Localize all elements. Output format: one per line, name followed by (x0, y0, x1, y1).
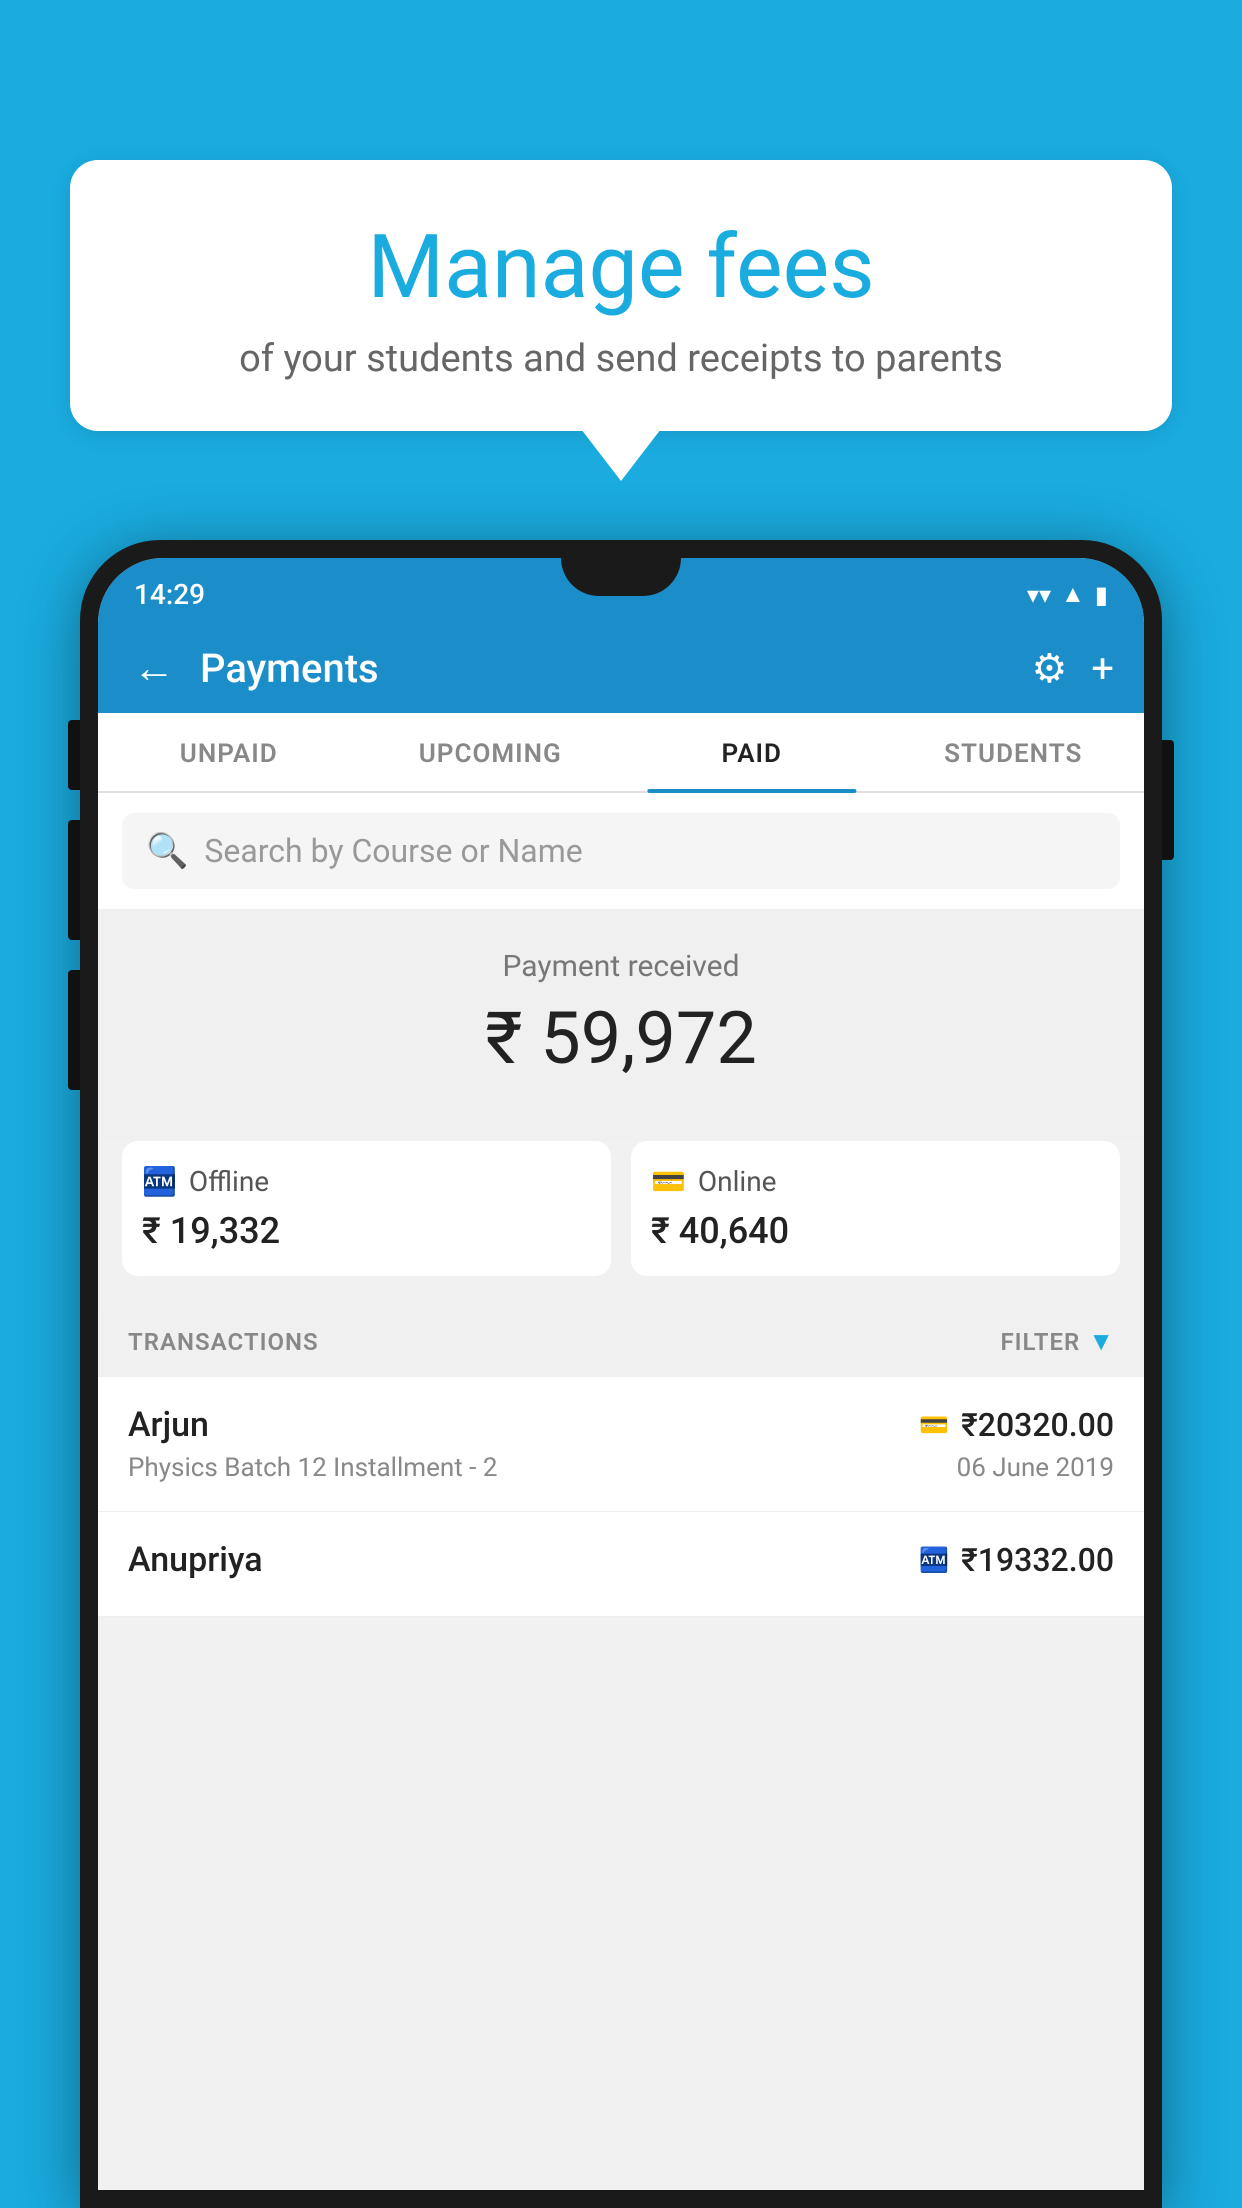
bubble-subtitle: of your students and send receipts to pa… (110, 337, 1132, 381)
filter-row[interactable]: FILTER ▼ (1000, 1326, 1114, 1357)
transaction-amount-row-arjun: 💳 ₹20320.00 (919, 1406, 1114, 1444)
tab-upcoming[interactable]: UPCOMING (360, 713, 622, 791)
offline-icon: 🏧 (142, 1165, 177, 1198)
tab-paid[interactable]: PAID (621, 713, 883, 791)
offline-amount: ₹ 19,332 (142, 1210, 591, 1252)
transaction-course-arjun: Physics Batch 12 Installment - 2 (128, 1453, 497, 1483)
bubble-title: Manage fees (110, 220, 1132, 317)
payment-section: Payment received ₹ 59,972 (98, 909, 1144, 1141)
transaction-amount-row-anupriya: 🏧 ₹19332.00 (919, 1541, 1114, 1579)
transaction-amount-arjun: ₹20320.00 (961, 1406, 1114, 1444)
page-title: Payments (200, 645, 1011, 692)
transaction-top-anupriya: Anupriya 🏧 ₹19332.00 (128, 1540, 1114, 1580)
transaction-top-arjun: Arjun 💳 ₹20320.00 (128, 1405, 1114, 1445)
status-icons: ▾▾ ▲ ▮ (1027, 580, 1108, 609)
transaction-name-anupriya: Anupriya (128, 1540, 263, 1580)
online-amount: ₹ 40,640 (651, 1210, 1100, 1252)
volume-up-button (68, 820, 80, 940)
online-label: Online (698, 1165, 777, 1198)
transaction-bottom-arjun: Physics Batch 12 Installment - 2 06 June… (128, 1453, 1114, 1483)
header-actions: ⚙ + (1031, 645, 1114, 692)
signal-icon: ▲ (1061, 580, 1085, 609)
power-button (1162, 740, 1174, 860)
payment-total-amount: ₹ 59,972 (128, 996, 1114, 1081)
add-icon[interactable]: + (1091, 645, 1114, 692)
payment-received-label: Payment received (128, 949, 1114, 984)
transactions-label: TRANSACTIONS (128, 1328, 319, 1356)
offline-card-header: 🏧 Offline (142, 1165, 591, 1198)
speech-bubble: Manage fees of your students and send re… (70, 160, 1172, 431)
transactions-header: TRANSACTIONS FILTER ▼ (98, 1306, 1144, 1377)
online-icon: 💳 (651, 1165, 686, 1198)
volume-down-button (68, 970, 80, 1090)
transaction-pay-icon-anupriya: 🏧 (919, 1546, 949, 1574)
filter-label: FILTER (1000, 1328, 1080, 1356)
phone-frame: 14:29 ▾▾ ▲ ▮ ← Payments ⚙ + UNPAID UPCOM… (80, 540, 1162, 2208)
payment-cards: 🏧 Offline ₹ 19,332 💳 Online ₹ 40,640 (98, 1141, 1144, 1306)
tab-students[interactable]: STUDENTS (883, 713, 1145, 791)
mute-button (68, 720, 80, 790)
phone-notch (561, 558, 681, 596)
tabs-bar: UNPAID UPCOMING PAID STUDENTS (98, 713, 1144, 793)
online-card-header: 💳 Online (651, 1165, 1100, 1198)
transaction-date-arjun: 06 June 2019 (957, 1453, 1114, 1483)
search-container: 🔍 Search by Course or Name (98, 793, 1144, 909)
transaction-pay-icon-arjun: 💳 (919, 1411, 949, 1439)
search-box[interactable]: 🔍 Search by Course or Name (122, 813, 1120, 889)
search-placeholder: Search by Course or Name (204, 832, 582, 870)
offline-label: Offline (189, 1165, 269, 1198)
transaction-row[interactable]: Arjun 💳 ₹20320.00 Physics Batch 12 Insta… (98, 1377, 1144, 1512)
online-payment-card: 💳 Online ₹ 40,640 (631, 1141, 1120, 1276)
transaction-name-arjun: Arjun (128, 1405, 209, 1445)
app-header: ← Payments ⚙ + (98, 623, 1144, 713)
search-icon: 🔍 (146, 831, 188, 871)
battery-icon: ▮ (1095, 581, 1108, 609)
back-button[interactable]: ← (128, 639, 180, 698)
offline-payment-card: 🏧 Offline ₹ 19,332 (122, 1141, 611, 1276)
transaction-amount-anupriya: ₹19332.00 (961, 1541, 1114, 1579)
status-time: 14:29 (134, 578, 205, 611)
settings-icon[interactable]: ⚙ (1031, 645, 1067, 692)
phone-screen: 14:29 ▾▾ ▲ ▮ ← Payments ⚙ + UNPAID UPCOM… (98, 558, 1144, 2190)
filter-icon: ▼ (1088, 1326, 1114, 1357)
wifi-icon: ▾▾ (1027, 581, 1051, 609)
transaction-row-anupriya[interactable]: Anupriya 🏧 ₹19332.00 (98, 1512, 1144, 1617)
tab-unpaid[interactable]: UNPAID (98, 713, 360, 791)
